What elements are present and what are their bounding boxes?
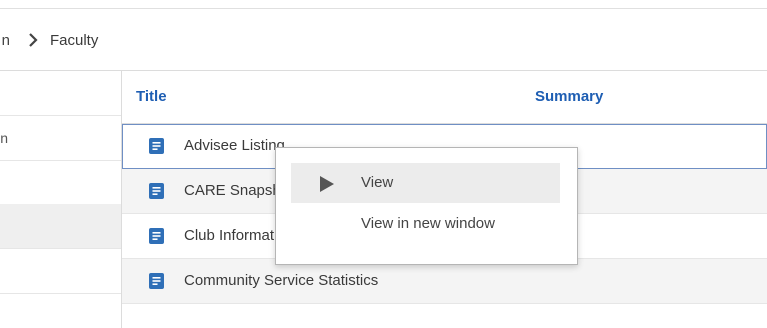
context-menu-label: View in new window: [361, 215, 495, 232]
report-icon: [149, 273, 164, 289]
left-row[interactable]: [0, 249, 121, 294]
column-header-title[interactable]: Title: [136, 88, 167, 105]
left-row-fragment: n: [0, 130, 8, 146]
column-header-summary[interactable]: Summary: [535, 88, 603, 105]
context-menu: View View in new window: [275, 147, 578, 265]
row-title[interactable]: Community Service Statistics: [184, 272, 378, 289]
left-panel: n: [0, 71, 122, 328]
grid-header: Title Summary: [122, 71, 767, 124]
context-menu-item-view-new-window[interactable]: View in new window: [291, 204, 560, 244]
context-menu-label: View: [361, 174, 394, 191]
report-icon: [149, 228, 164, 244]
breadcrumb: n Faculty: [0, 28, 99, 52]
left-row[interactable]: n: [0, 116, 121, 161]
table-row[interactable]: Community Service Statistics: [122, 259, 767, 304]
left-row-selected[interactable]: [0, 204, 121, 249]
top-divider: [0, 8, 767, 9]
context-menu-item-view[interactable]: View: [291, 163, 560, 203]
breadcrumb-current: Faculty: [50, 31, 99, 49]
report-icon: [149, 183, 164, 199]
play-icon: [320, 176, 334, 196]
breadcrumb-previous[interactable]: n: [0, 32, 10, 49]
row-title[interactable]: Advisee Listing: [184, 137, 285, 154]
left-row[interactable]: [0, 71, 121, 116]
report-icon: [149, 138, 164, 154]
chevron-right-icon: [24, 31, 42, 49]
